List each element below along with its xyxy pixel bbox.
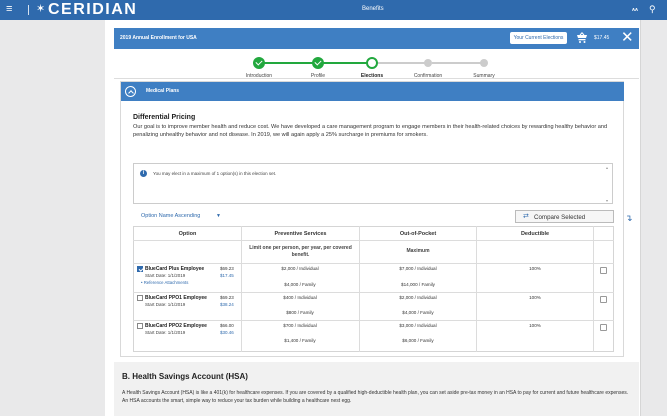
preventive-subheader: Limit one per person, per year, per cove… bbox=[249, 245, 352, 258]
section-title: Medical Plans bbox=[146, 88, 180, 94]
compare-checkbox[interactable] bbox=[600, 296, 607, 303]
column-divider bbox=[241, 226, 242, 352]
oop-family: $14,000 / Family bbox=[401, 282, 435, 287]
row-divider bbox=[133, 292, 614, 293]
column-header-oop: Out-of-Pocket bbox=[399, 231, 437, 237]
plans-table bbox=[133, 226, 614, 352]
info-icon: i bbox=[140, 170, 147, 177]
plan-cost: $30.46 bbox=[220, 330, 234, 335]
column-divider bbox=[359, 226, 360, 352]
search-icon[interactable]: ⚲ bbox=[649, 4, 656, 14]
current-elections-button[interactable]: Your Current Elections bbox=[510, 32, 567, 44]
deductible-value: 100% bbox=[529, 323, 541, 328]
step-connector bbox=[322, 62, 370, 64]
plan-name: BlueCard Plus Employee bbox=[145, 266, 205, 272]
row-divider bbox=[133, 320, 614, 321]
preventive-family: $800 / Family bbox=[286, 310, 314, 315]
app-title: Benefits bbox=[362, 6, 384, 12]
column-header-option: Option bbox=[178, 231, 197, 237]
compare-label: Compare Selected bbox=[534, 214, 586, 221]
plan-cost: $38.24 bbox=[220, 302, 234, 307]
accessibility-icon[interactable]: ᴀᴀ bbox=[632, 7, 638, 13]
compare-icon: ⇄ bbox=[523, 213, 529, 220]
plan-start-date: Start Date: 1/1/2019 bbox=[145, 302, 186, 307]
hsa-section: B. Health Savings Account (HSA) A Health… bbox=[114, 362, 639, 416]
column-divider bbox=[476, 226, 477, 352]
step-confirmation-indicator bbox=[424, 59, 432, 67]
plan-name: BlueCard PPO1 Employee bbox=[145, 295, 207, 301]
preventive-individual: $2,000 / Individual bbox=[281, 266, 319, 271]
differential-pricing-text: Our goal is to improve member health and… bbox=[133, 124, 608, 138]
preventive-individual: $400 / Individual bbox=[283, 295, 317, 300]
divider bbox=[28, 5, 29, 15]
step-label[interactable]: Elections bbox=[342, 73, 402, 79]
sort-label: Option Name Ascending bbox=[141, 213, 201, 219]
plan-select-checkbox[interactable] bbox=[137, 295, 143, 301]
step-label: Summary bbox=[473, 73, 495, 79]
ceridian-logo[interactable]: CERIDIAN bbox=[48, 1, 137, 19]
plan-select-checkbox[interactable] bbox=[137, 266, 143, 272]
step-summary-indicator bbox=[480, 59, 488, 67]
page-border-right bbox=[640, 20, 641, 416]
step-connector bbox=[378, 62, 426, 64]
row-divider bbox=[133, 240, 614, 241]
step-connector bbox=[262, 62, 316, 64]
plan-select-checkbox[interactable] bbox=[137, 323, 143, 329]
oop-family: $4,000 / Family bbox=[402, 310, 434, 315]
top-bar: ≡ ✶ CERIDIAN Benefits ᴀᴀ ⚲ bbox=[0, 0, 667, 20]
oop-subheader: Maximum bbox=[406, 248, 430, 254]
deductible-value: 100% bbox=[529, 266, 541, 271]
step-label: Confirmation bbox=[413, 73, 443, 79]
step-label[interactable]: Profile bbox=[288, 73, 348, 79]
plan-name: BlueCard PPO2 Employee bbox=[145, 323, 207, 329]
column-header-preventive: Preventive Services bbox=[274, 231, 327, 237]
logo-mark-icon: ✶ bbox=[36, 3, 46, 15]
hsa-description: A Health Savings Account (HSA) is like a… bbox=[122, 390, 629, 404]
medical-plans-header[interactable]: Medical Plans bbox=[121, 82, 624, 101]
caret-down-icon: ▼ bbox=[216, 213, 221, 219]
enrollment-header: 2019 Annual Enrollment for USA Your Curr… bbox=[114, 28, 639, 49]
plan-price: $69.23 bbox=[220, 266, 234, 271]
step-elections-indicator[interactable] bbox=[366, 57, 378, 69]
plan-cost: $17.45 bbox=[220, 273, 234, 278]
preventive-family: $1,400 / Family bbox=[284, 338, 316, 343]
plan-price: $69.23 bbox=[220, 295, 234, 300]
plan-start-date: Start Date: 1/1/2019 bbox=[145, 273, 186, 278]
election-notice-box: i You may elect in a maximum of 1 option… bbox=[133, 163, 613, 204]
enrollment-title: 2019 Annual Enrollment for USA bbox=[120, 35, 197, 41]
row-divider bbox=[133, 263, 614, 264]
preventive-individual: $700 / Individual bbox=[283, 323, 317, 328]
deductible-value: 100% bbox=[529, 295, 541, 300]
sort-dropdown[interactable]: Option Name Ascending ▼ bbox=[141, 213, 221, 219]
step-profile-check-icon[interactable] bbox=[312, 57, 324, 69]
plan-price: $66.00 bbox=[220, 323, 234, 328]
differential-pricing-title: Differential Pricing bbox=[133, 114, 196, 121]
export-arrow-icon[interactable]: ↴ bbox=[625, 213, 633, 223]
hamburger-menu-icon[interactable]: ≡ bbox=[6, 4, 12, 15]
hsa-title: B. Health Savings Account (HSA) bbox=[122, 372, 248, 381]
collapse-chevron-icon[interactable] bbox=[125, 86, 136, 97]
step-connector bbox=[432, 62, 482, 64]
notice-scrollbar[interactable] bbox=[606, 165, 610, 203]
oop-individual: $3,000 / Individual bbox=[399, 323, 437, 328]
cart-amount: $17.45 bbox=[594, 35, 610, 41]
column-divider bbox=[593, 226, 594, 352]
compare-selected-button[interactable]: ⇄ Compare Selected bbox=[515, 210, 614, 223]
reference-attachments-link[interactable]: • Reference Attachments bbox=[141, 280, 188, 285]
compare-checkbox[interactable] bbox=[600, 267, 607, 274]
cart-icon[interactable] bbox=[576, 32, 588, 44]
compare-checkbox[interactable] bbox=[600, 324, 607, 331]
step-introduction-check-icon[interactable] bbox=[253, 57, 265, 69]
oop-individual: $2,000 / Individual bbox=[399, 295, 437, 300]
oop-family: $6,000 / Family bbox=[402, 338, 434, 343]
plan-start-date: Start Date: 1/1/2019 bbox=[145, 330, 186, 335]
step-label[interactable]: Introduction bbox=[229, 73, 289, 79]
oop-individual: $7,000 / Individual bbox=[399, 266, 437, 271]
close-icon[interactable]: ✕ bbox=[621, 29, 634, 46]
column-header-deductible: Deductible bbox=[520, 231, 550, 237]
preventive-family: $4,000 / Family bbox=[284, 282, 316, 287]
election-notice-text: You may elect in a maximum of 1 option(s… bbox=[153, 171, 277, 176]
